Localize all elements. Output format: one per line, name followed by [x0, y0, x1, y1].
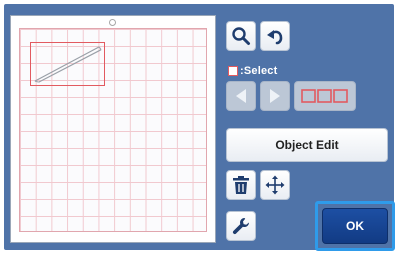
- ok-label: OK: [346, 219, 364, 233]
- wrench-icon: [232, 218, 249, 235]
- object-edit-label: Object Edit: [275, 138, 339, 152]
- zoom-button[interactable]: [226, 21, 256, 51]
- select-swatch-icon: [228, 66, 238, 76]
- selected-pattern[interactable]: [30, 42, 105, 86]
- mat-origin-marker: [109, 19, 116, 26]
- cutting-machine-screen: :Select Object Edit OK: [4, 4, 395, 251]
- magnifier-icon: [232, 27, 250, 45]
- pattern-shape: [34, 46, 102, 83]
- object-edit-button[interactable]: Object Edit: [226, 128, 388, 162]
- move-button[interactable]: [260, 170, 290, 200]
- mat-preview[interactable]: [10, 15, 216, 243]
- undo-button[interactable]: [260, 21, 290, 51]
- select-label-text: :Select: [240, 65, 278, 77]
- trash-icon: [233, 176, 249, 194]
- move-arrows-icon: [265, 175, 285, 195]
- mat-grid: [19, 28, 207, 232]
- triangle-left-icon: [236, 89, 246, 103]
- select-legend: :Select: [228, 64, 277, 78]
- triangle-right-icon: [270, 89, 280, 103]
- next-object-button[interactable]: [260, 81, 290, 111]
- previous-object-button[interactable]: [226, 81, 256, 111]
- three-boxes-icon: [301, 89, 348, 103]
- ok-button[interactable]: OK: [322, 208, 388, 244]
- delete-button[interactable]: [226, 170, 256, 200]
- select-all-button[interactable]: [294, 81, 356, 111]
- undo-arrow-icon: [267, 30, 283, 45]
- settings-button[interactable]: [226, 211, 256, 241]
